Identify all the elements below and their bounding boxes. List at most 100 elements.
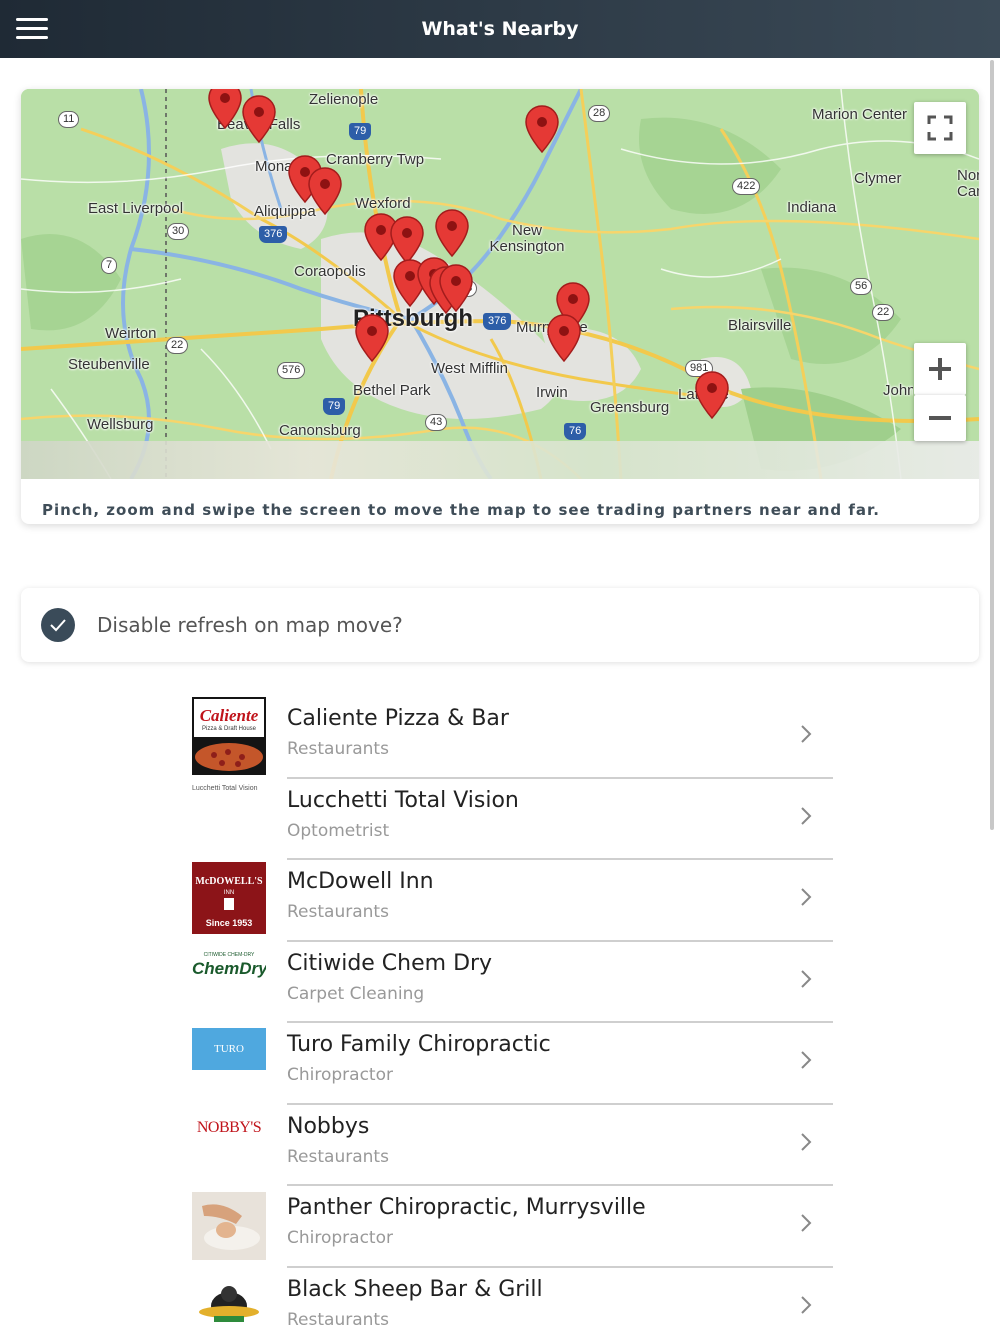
route-shield: 11 — [58, 111, 80, 128]
page-title: What's Nearby — [421, 18, 579, 40]
disable-refresh-toggle[interactable]: Disable refresh on map move? — [21, 588, 979, 662]
partner-category: Restaurants — [287, 1309, 389, 1330]
chevron-right-icon — [801, 969, 812, 988]
map-pin-icon[interactable] — [435, 209, 469, 257]
partner-name: Lucchetti Total Vision — [287, 787, 519, 813]
route-shield: 376 — [483, 313, 512, 330]
partner-name: McDowell Inn — [287, 869, 434, 894]
caliente-logo: Caliente Pizza & Draft House — [192, 697, 266, 775]
map-label: Greensburg — [590, 399, 670, 416]
partner-list: Caliente Pizza & Draft House Caliente Pi… — [192, 697, 833, 1334]
route-shield: 7 — [101, 257, 118, 274]
zoom-in-button[interactable] — [914, 343, 966, 395]
turo-logo: TURO — [192, 1023, 266, 1101]
chemdry-logo: CITIWIDE CHEM-DRY ChemDry — [192, 951, 266, 978]
map-label: Blairsville — [728, 317, 792, 334]
map-label: East Liverpool — [88, 200, 184, 217]
route-shield: 376 — [259, 226, 288, 243]
partner-name: Panther Chiropractic, Murrysville — [287, 1195, 646, 1220]
map-label: Cranberry Twp — [326, 151, 425, 168]
fullscreen-button[interactable] — [914, 102, 966, 154]
fullscreen-icon — [927, 115, 953, 141]
map-view[interactable]: Zelienople Beaver Falls Cranberry Twp Mo… — [21, 89, 979, 479]
map-label: Wellsburg — [87, 416, 154, 433]
partner-name: Caliente Pizza & Bar — [287, 706, 509, 731]
map-pin-icon[interactable] — [439, 264, 473, 312]
route-shield: 79 — [323, 398, 346, 415]
map-label: Marion Center — [812, 106, 908, 123]
route-shield: 22 — [872, 304, 895, 321]
map-pin-icon[interactable] — [208, 89, 242, 129]
toggle-label: Disable refresh on map move? — [97, 613, 403, 637]
svg-text:INN: INN — [224, 890, 234, 896]
map-label: Aliquippa — [254, 203, 316, 220]
svg-text:Pizza & Draft House: Pizza & Draft House — [202, 726, 257, 732]
partner-category: Chiropractor — [287, 1065, 393, 1085]
route-shield: 22 — [166, 337, 189, 354]
map-label: Wexford — [355, 195, 411, 212]
svg-text:Caliente: Caliente — [200, 706, 259, 725]
svg-text:McDOWELL'S: McDOWELL'S — [195, 876, 263, 887]
map-pin-icon[interactable] — [525, 105, 559, 153]
chevron-right-icon — [801, 888, 812, 906]
minus-icon — [929, 416, 951, 420]
chevron-right-icon — [801, 1132, 812, 1151]
route-shield: 76 — [564, 423, 587, 440]
map-label: Steubenville — [68, 356, 150, 373]
map-label: New Kensington — [489, 222, 565, 255]
plus-icon — [929, 358, 951, 380]
nobbys-logo: NOBBY'S — [196, 1118, 262, 1136]
map-label: North Cambria — [957, 168, 979, 200]
route-shield: 79 — [349, 123, 372, 140]
map-label: Johnstown — [883, 382, 913, 399]
list-item[interactable]: Caliente Pizza & Draft House Caliente Pi… — [192, 697, 833, 779]
map-card: Zelienople Beaver Falls Cranberry Twp Mo… — [21, 89, 979, 524]
list-item[interactable]: McDOWELL'S INN Since 1953 McDowell Inn R… — [192, 860, 833, 942]
black-sheep-logo — [192, 1268, 266, 1334]
route-shield: 43 — [425, 414, 448, 431]
list-item[interactable]: CITIWIDE CHEM-DRY ChemDry Citiwide Chem … — [192, 942, 833, 1023]
map-pin-icon[interactable] — [308, 167, 342, 215]
chevron-right-icon — [801, 1051, 812, 1069]
partner-category: Restaurants — [287, 902, 389, 922]
svg-text:Since 1953: Since 1953 — [206, 918, 253, 928]
list-item[interactable]: Panther Chiropractic, Murrysville Chirop… — [192, 1186, 833, 1268]
route-shield: 422 — [732, 178, 761, 195]
map-label: Zelienople — [309, 91, 379, 108]
map-label: Clymer — [854, 170, 902, 187]
map-basemap — [21, 89, 979, 479]
list-item[interactable]: TURO Turo Family Chiropractic Chiropract… — [192, 1023, 833, 1105]
chevron-right-icon — [801, 1295, 812, 1314]
lucchetti-logo: Lucchetti Total Vision — [192, 784, 258, 792]
panther-chiropractic-photo — [192, 1186, 266, 1264]
map-label: Bethel Park — [353, 382, 431, 399]
list-item[interactable]: Black Sheep Bar & Grill Restaurants — [192, 1268, 833, 1334]
chevron-right-icon — [801, 1214, 812, 1232]
page-scrollbar[interactable] — [990, 60, 994, 830]
partner-category: Chiropractor — [287, 1228, 393, 1248]
list-item[interactable]: Lucchetti Total Vision Lucchetti Total V… — [192, 779, 833, 860]
partner-name: Nobbys — [287, 1113, 370, 1139]
hamburger-menu-icon[interactable] — [16, 18, 48, 40]
map-hint-text: Pinch, zoom and swipe the screen to move… — [42, 501, 880, 519]
route-shield: 28 — [588, 105, 611, 122]
route-shield: 30 — [167, 223, 190, 240]
map-pin-icon[interactable] — [547, 314, 581, 362]
chevron-right-icon — [801, 725, 812, 743]
map-pin-icon[interactable] — [695, 371, 729, 419]
partner-name: Turo Family Chiropractic — [287, 1032, 551, 1057]
map-label: Coraopolis — [294, 263, 366, 280]
list-item[interactable]: NOBBY'S Nobbys Restaurants — [192, 1105, 833, 1186]
map-label: Indiana — [787, 199, 837, 216]
zoom-out-button[interactable] — [914, 395, 966, 441]
map-label: Canonsburg — [279, 422, 361, 439]
partner-name: Black Sheep Bar & Grill — [287, 1276, 543, 1302]
checkmark-icon[interactable] — [41, 608, 75, 642]
map-pin-icon[interactable] — [242, 95, 276, 143]
map-pin-icon[interactable] — [355, 314, 389, 362]
map-label: West Mifflin — [431, 360, 508, 377]
chevron-right-icon — [801, 806, 812, 825]
route-shield: 576 — [277, 362, 306, 379]
map-label: Weirton — [105, 325, 157, 342]
partner-name: Citiwide Chem Dry — [287, 950, 493, 976]
